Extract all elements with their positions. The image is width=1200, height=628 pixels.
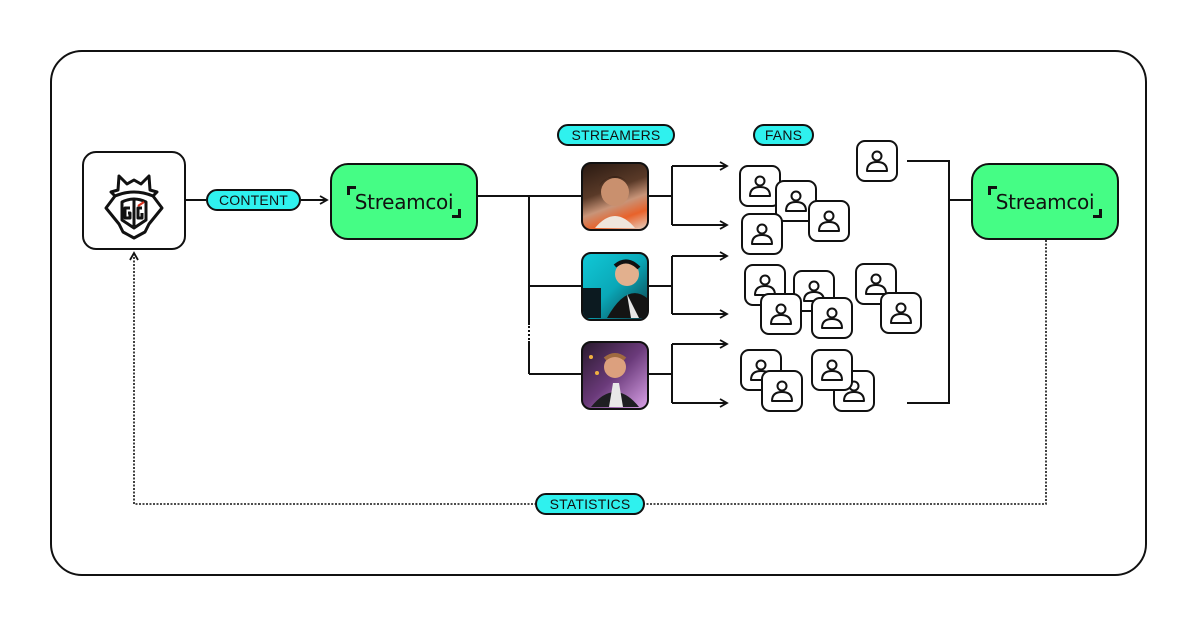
- streamcoi-platform-box-right[interactable]: Streamcoi: [971, 163, 1119, 240]
- streamcoi-platform-box-left[interactable]: Streamcoi: [330, 163, 478, 240]
- streamer-1-photo: [595, 176, 635, 228]
- streamer-3-photo: [589, 353, 639, 407]
- streamer-avatar-3[interactable]: [581, 341, 649, 410]
- g2-logo-box[interactable]: [82, 151, 186, 250]
- person-icon: [821, 307, 843, 329]
- person-icon: [785, 190, 807, 212]
- streamer-avatar-1[interactable]: [581, 162, 649, 231]
- fan-icon-streamer-1[interactable]: [741, 213, 783, 255]
- person-icon: [821, 359, 843, 381]
- statistics-label: STATISTICS: [535, 493, 645, 515]
- streamcoi-logo: Streamcoi: [987, 185, 1103, 218]
- fans-label: FANS: [753, 124, 814, 146]
- person-icon: [749, 175, 771, 197]
- streamcoi-logo: Streamcoi: [346, 185, 462, 218]
- streamers-label: STREAMERS: [557, 124, 675, 146]
- bracket-bottom-right-icon: [1093, 208, 1103, 218]
- bracket-top-left-icon: [987, 185, 997, 195]
- person-icon: [818, 210, 840, 232]
- person-icon: [771, 380, 793, 402]
- fan-icon-streamer-2[interactable]: [811, 297, 853, 339]
- streamcoi-wordmark: Streamcoi: [995, 189, 1095, 214]
- fan-icon-streamer-3[interactable]: [761, 370, 803, 412]
- fan-icon-streamer-1[interactable]: [808, 200, 850, 242]
- bracket-top-left-icon: [346, 185, 356, 195]
- streamcoi-wordmark: Streamcoi: [354, 189, 454, 214]
- fans-bracket: [907, 160, 950, 404]
- person-icon: [890, 302, 912, 324]
- fan-icon-streamer-2[interactable]: [880, 292, 922, 334]
- bracket-bottom-right-icon: [452, 208, 462, 218]
- fan-icon-streamer-3[interactable]: [811, 349, 853, 391]
- streamer-2-photo: [583, 259, 647, 318]
- person-icon: [751, 223, 773, 245]
- person-icon: [866, 150, 888, 172]
- content-label: CONTENT: [206, 189, 301, 211]
- streamer-avatar-2[interactable]: [581, 252, 649, 321]
- person-icon: [770, 303, 792, 325]
- g2-samurai-logo-icon: [104, 174, 164, 239]
- fan-icon-streamer-2[interactable]: [760, 293, 802, 335]
- fan-icon-extra[interactable]: [856, 140, 898, 182]
